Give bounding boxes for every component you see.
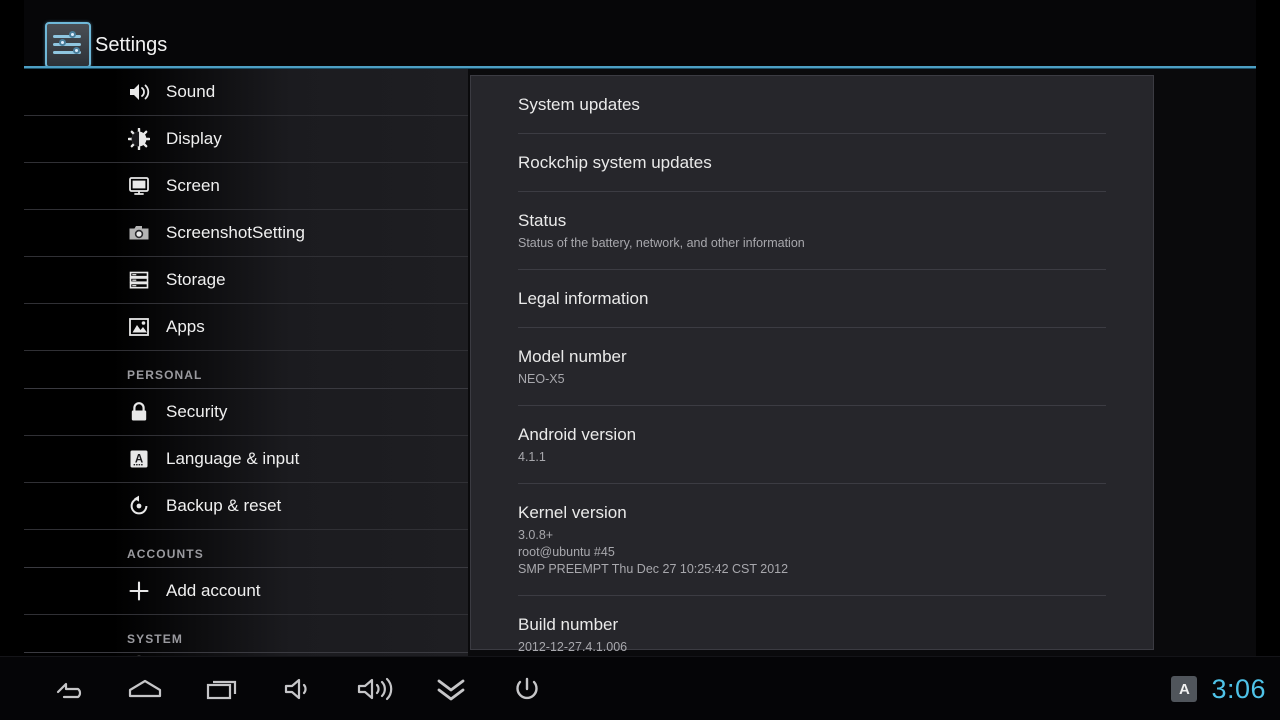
- power-icon[interactable]: [496, 657, 558, 720]
- sidebar-item-sound[interactable]: Sound: [24, 69, 468, 116]
- preference-summary: Status of the battery, network, and othe…: [518, 235, 1106, 252]
- about-device-panel: System updates Rockchip system updates Sta…: [470, 75, 1154, 691]
- sidebar-item-label: Backup & reset: [166, 496, 282, 515]
- preference-title: Build number: [518, 615, 619, 634]
- preference-row[interactable]: Android version 4.1.1: [518, 406, 1106, 484]
- settings-sliders-icon: [45, 22, 91, 68]
- preference-summary-line: Status of the battery, network, and othe…: [518, 236, 805, 250]
- recents-icon[interactable]: [192, 657, 254, 720]
- preference-row[interactable]: System updates: [518, 76, 1106, 134]
- preference-title: Android version: [518, 425, 637, 444]
- sidebar-item-label: Security: [166, 402, 228, 421]
- sidebar-item-label: ScreenshotSetting: [166, 223, 305, 242]
- sidebar-section-label: PERSONAL: [127, 368, 203, 382]
- preference-title: Legal information: [518, 289, 649, 308]
- sidebar-item-apps[interactable]: Apps: [24, 304, 468, 351]
- ime-indicator-icon[interactable]: A: [1171, 676, 1198, 702]
- brightness-icon: [128, 128, 150, 150]
- plus-icon: [128, 580, 150, 602]
- sidebar-item-display[interactable]: Display: [24, 116, 468, 163]
- camera-icon: [128, 222, 150, 244]
- volume-down-icon[interactable]: [268, 657, 330, 720]
- svg-text:A: A: [135, 454, 143, 466]
- clock: 3:06: [1211, 673, 1266, 704]
- monitor-icon: [128, 175, 150, 197]
- app-title: Settings: [95, 34, 168, 56]
- preference-row[interactable]: Status Status of the battery, network, an…: [518, 192, 1106, 270]
- preference-summary-line: 2012-12-27.4.1.006: [518, 640, 628, 654]
- sidebar-section-label: SYSTEM: [127, 632, 183, 646]
- sidebar-item-label: Language & input: [166, 449, 300, 468]
- preference-title: System updates: [518, 95, 640, 114]
- hide-bar-icon[interactable]: [420, 657, 482, 720]
- preference-summary-line: root@ubuntu #45: [518, 545, 615, 559]
- title-bar: Settings: [24, 0, 1256, 68]
- sidebar-item-label: Sound: [166, 82, 216, 101]
- sidebar-section-label: ACCOUNTS: [127, 547, 204, 561]
- sidebar-item-storage[interactable]: Storage: [24, 257, 468, 304]
- sidebar-item-label: Apps: [166, 317, 205, 336]
- content-area: Sound Display Screen ScreenshotSetting Stora…: [24, 69, 1256, 691]
- android-settings-screen: Settings Sound Display Screen ScreenshotSet…: [0, 0, 1280, 720]
- sidebar-section-header: PERSONAL: [24, 351, 468, 389]
- preference-summary-line: 4.1.1: [518, 450, 546, 464]
- home-icon[interactable]: [114, 657, 176, 720]
- status-area: A 3:06: [1171, 657, 1266, 720]
- sidebar-item-backup-reset[interactable]: Backup & reset: [24, 483, 468, 530]
- preference-list: System updates Rockchip system updates Sta…: [471, 76, 1153, 691]
- volume-up-icon[interactable]: [344, 657, 406, 720]
- preference-summary: NEO-X5: [518, 371, 1106, 388]
- sidebar-item-label: Display: [166, 129, 222, 148]
- preference-title: Status: [518, 211, 567, 230]
- preference-row[interactable]: Rockchip system updates: [518, 134, 1106, 192]
- sidebar-item-label: Storage: [166, 270, 226, 289]
- sidebar-item-label: Add account: [166, 581, 261, 600]
- preference-title: Rockchip system updates: [518, 153, 712, 172]
- preference-title: Model number: [518, 347, 627, 366]
- sidebar-item-security[interactable]: Security: [24, 389, 468, 436]
- preference-summary-line: NEO-X5: [518, 372, 565, 386]
- sidebar-item-screen[interactable]: Screen: [24, 163, 468, 210]
- storage-icon: [128, 269, 150, 291]
- back-icon[interactable]: [40, 657, 102, 720]
- preference-row[interactable]: Model number NEO-X5: [518, 328, 1106, 406]
- preference-summary-line: 3.0.8+: [518, 528, 554, 542]
- lock-icon: [128, 401, 150, 423]
- preference-summary: 4.1.1: [518, 449, 1106, 466]
- speaker-icon: [128, 81, 150, 103]
- keyboard-a-icon: A: [128, 448, 150, 470]
- sidebar-section-header: ACCOUNTS: [24, 530, 468, 568]
- sidebar-item-language-input[interactable]: A Language & input: [24, 436, 468, 483]
- preference-summary-line: SMP PREEMPT Thu Dec 27 10:25:42 CST 2012: [518, 562, 789, 576]
- preference-row[interactable]: Kernel version 3.0.8+ root@ubuntu #45 SMP P…: [518, 484, 1106, 596]
- preference-summary: 3.0.8+ root@ubuntu #45 SMP PREEMPT Thu Dec…: [518, 527, 1106, 578]
- system-navigation-bar: A 3:06: [0, 656, 1280, 720]
- sidebar-item-label: Screen: [166, 176, 220, 195]
- sidebar-item-screenshotsetting[interactable]: ScreenshotSetting: [24, 210, 468, 257]
- settings-sidebar[interactable]: Sound Display Screen ScreenshotSetting Stora…: [24, 69, 468, 656]
- sidebar-section-header: SYSTEM: [24, 615, 468, 653]
- apps-icon: [128, 316, 150, 338]
- preference-title: Kernel version: [518, 503, 627, 522]
- sidebar-item-add-account[interactable]: Add account: [24, 568, 468, 615]
- preference-row[interactable]: Legal information: [518, 270, 1106, 328]
- backup-restore-icon: [128, 495, 150, 517]
